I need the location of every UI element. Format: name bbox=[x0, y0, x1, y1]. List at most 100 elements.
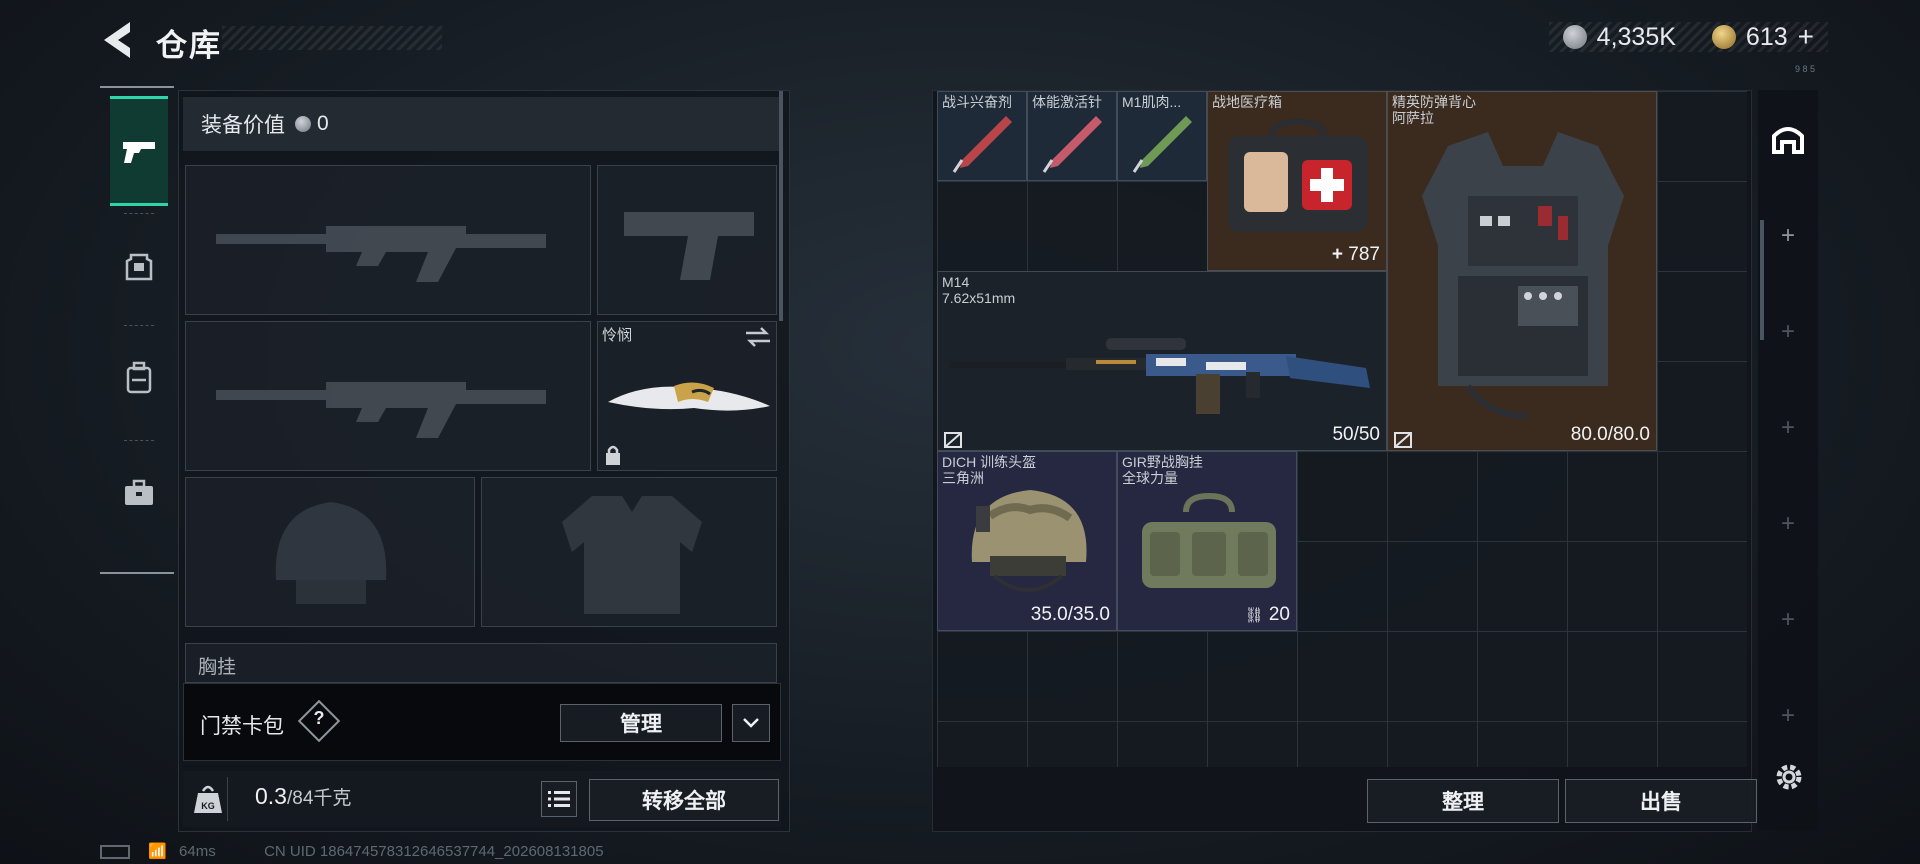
stash-item[interactable]: 精英防弹背心 阿萨拉 80.0/80.0 bbox=[1387, 91, 1657, 451]
item-capacity: ⛓ 20 bbox=[1244, 604, 1290, 625]
title-decoration bbox=[222, 26, 442, 50]
item-durability: 80.0/80.0 bbox=[1570, 424, 1650, 445]
tab-weapons[interactable] bbox=[110, 96, 168, 206]
manage-button[interactable]: 管理 bbox=[560, 704, 722, 742]
body-armor-slot[interactable] bbox=[481, 477, 777, 627]
battery-icon bbox=[100, 845, 130, 860]
add-container-button[interactable]: + bbox=[1758, 510, 1818, 538]
stash-grid: 战斗兴奋剂 体能激活针 M1肌肉... 战地医疗箱 + 787 精英防弹背心 阿… bbox=[937, 91, 1747, 767]
chest-rig-icon bbox=[1142, 492, 1276, 588]
tab-armor[interactable] bbox=[110, 228, 168, 306]
equip-value: 0 bbox=[317, 112, 329, 135]
primary-weapon-slot[interactable] bbox=[185, 165, 591, 315]
lock-icon bbox=[606, 445, 620, 465]
item-name: M14 7.62x51mm bbox=[942, 274, 1016, 306]
silver-coin-icon bbox=[295, 116, 311, 132]
item-name: 精英防弹背心 阿萨拉 bbox=[1392, 94, 1476, 126]
syringe-red-icon bbox=[952, 116, 1012, 173]
weight-bar: KG 0.3/84千克 转移全部 bbox=[183, 771, 781, 827]
backpack-icon bbox=[126, 361, 152, 394]
ping-value: 64ms bbox=[179, 843, 216, 860]
m14-rifle-icon bbox=[950, 338, 1370, 414]
loadout-panel: 装备价值 0 怜悯 胸挂 门禁卡包 ? 管理 KG 0.3/84千克 转移全部 bbox=[178, 90, 790, 832]
melee-name: 怜悯 bbox=[602, 327, 633, 344]
secondary-weapon-slot[interactable] bbox=[185, 321, 591, 471]
category-tabs bbox=[100, 86, 174, 574]
stash-home-icon bbox=[1772, 127, 1804, 154]
access-card-pack-bar: 门禁卡包 ? 管理 bbox=[183, 683, 781, 761]
item-value: + 787 bbox=[1331, 244, 1380, 265]
settings-button[interactable] bbox=[1772, 760, 1806, 799]
add-container-button[interactable]: + bbox=[1758, 702, 1818, 730]
chevron-down-icon bbox=[743, 718, 759, 728]
card-pack-label: 门禁卡包 bbox=[200, 715, 284, 738]
transfer-all-button[interactable]: 转移全部 bbox=[589, 779, 779, 821]
stash-item[interactable]: M1肌肉... bbox=[1117, 91, 1207, 181]
gear-icon bbox=[1776, 764, 1802, 790]
no-repair-icon bbox=[944, 432, 962, 448]
item-durability: 35.0/35.0 bbox=[1030, 604, 1110, 625]
sidearm-slot[interactable] bbox=[597, 165, 777, 315]
helmet-icon bbox=[971, 490, 1087, 592]
pistol-icon bbox=[123, 142, 155, 163]
swap-icon[interactable] bbox=[744, 326, 772, 348]
item-name: 战地医疗箱 bbox=[1212, 94, 1282, 110]
helmet-slot[interactable] bbox=[185, 477, 475, 627]
weight-kg-icon: KG bbox=[194, 785, 222, 813]
stash-item[interactable]: 体能激活针 bbox=[1027, 91, 1117, 181]
container-strip: + + + + + + bbox=[1758, 90, 1818, 830]
tab-backpack[interactable] bbox=[110, 338, 168, 416]
helmet-silhouette-icon bbox=[275, 502, 387, 604]
item-name: GIR野战胸挂 全球力量 bbox=[1122, 454, 1203, 486]
help-mark: ? bbox=[313, 708, 325, 728]
svg-text:KG: KG bbox=[201, 801, 215, 811]
add-container-button[interactable]: + bbox=[1758, 606, 1818, 634]
expand-dropdown-button[interactable] bbox=[732, 704, 770, 742]
syringe-pink-icon bbox=[1042, 116, 1102, 173]
chest-rig-slot[interactable]: 胸挂 bbox=[185, 643, 777, 683]
add-container-button[interactable]: + bbox=[1758, 414, 1818, 442]
rifle-silhouette-icon bbox=[216, 226, 546, 282]
sort-button[interactable]: 整理 bbox=[1367, 779, 1559, 823]
wifi-icon: 📶 bbox=[148, 843, 167, 860]
pistol-silhouette-icon bbox=[624, 212, 754, 280]
first-aid-kit-icon bbox=[1228, 118, 1368, 232]
stash-item[interactable]: 战斗兴奋剂 bbox=[937, 91, 1027, 181]
add-gold-button[interactable]: + bbox=[1798, 21, 1814, 53]
capacity-icon: ⛓ bbox=[1244, 607, 1264, 624]
melee-slot[interactable]: 怜悯 bbox=[597, 321, 777, 471]
stash-item[interactable]: M14 7.62x51mm 50/50 bbox=[937, 271, 1387, 451]
equipment-value-header: 装备价值 0 bbox=[183, 97, 783, 151]
vest-silhouette-icon bbox=[562, 496, 702, 614]
weight-current: 0.3/84千克 bbox=[255, 783, 352, 809]
gold-amount: 613 bbox=[1745, 22, 1788, 51]
status-bar: 📶 64ms CN UID 1864745783126465377​44_202… bbox=[100, 842, 604, 860]
stash-item[interactable]: GIR野战胸挂 全球力量 ⛓ 20 bbox=[1117, 451, 1297, 631]
page-title: 仓库 bbox=[156, 28, 222, 63]
currency-bar: 4,335K 613 + bbox=[1548, 21, 1828, 53]
uid-text: CN UID 1864745783126465377​44_2026081318… bbox=[264, 843, 604, 860]
armor-vest-icon bbox=[1422, 132, 1624, 419]
item-ammo: 50/50 bbox=[1332, 424, 1380, 445]
stash-panel: 战斗兴奋剂 体能激活针 M1肌肉... 战地医疗箱 + 787 精英防弹背心 阿… bbox=[932, 90, 1757, 832]
loadout-scrollbar[interactable] bbox=[779, 91, 783, 321]
gold-coin-icon bbox=[1711, 25, 1736, 49]
briefcase-icon bbox=[125, 479, 153, 505]
back-arrow-icon bbox=[104, 22, 130, 58]
silver-amount: 4,335K bbox=[1596, 22, 1676, 51]
list-icon bbox=[548, 791, 570, 807]
sell-button[interactable]: 出售 bbox=[1565, 779, 1757, 823]
list-view-button[interactable] bbox=[541, 781, 577, 817]
silver-coin-icon bbox=[1562, 25, 1587, 49]
add-container-button[interactable]: + bbox=[1758, 318, 1818, 346]
no-repair-icon bbox=[1394, 432, 1412, 448]
stash-item[interactable]: 战地医疗箱 + 787 bbox=[1207, 91, 1387, 271]
syringe-green-icon bbox=[1132, 116, 1192, 173]
equip-value-label: 装备价值 bbox=[201, 114, 285, 137]
stash-container-tab[interactable] bbox=[1770, 122, 1806, 163]
add-container-button[interactable]: + bbox=[1758, 222, 1818, 250]
chest-rig-label: 胸挂 bbox=[198, 657, 237, 678]
tab-case[interactable] bbox=[110, 454, 168, 532]
back-button[interactable] bbox=[100, 20, 136, 60]
stash-item[interactable]: DICH 训练头盔 三角洲 35.0/35.0 bbox=[937, 451, 1117, 631]
